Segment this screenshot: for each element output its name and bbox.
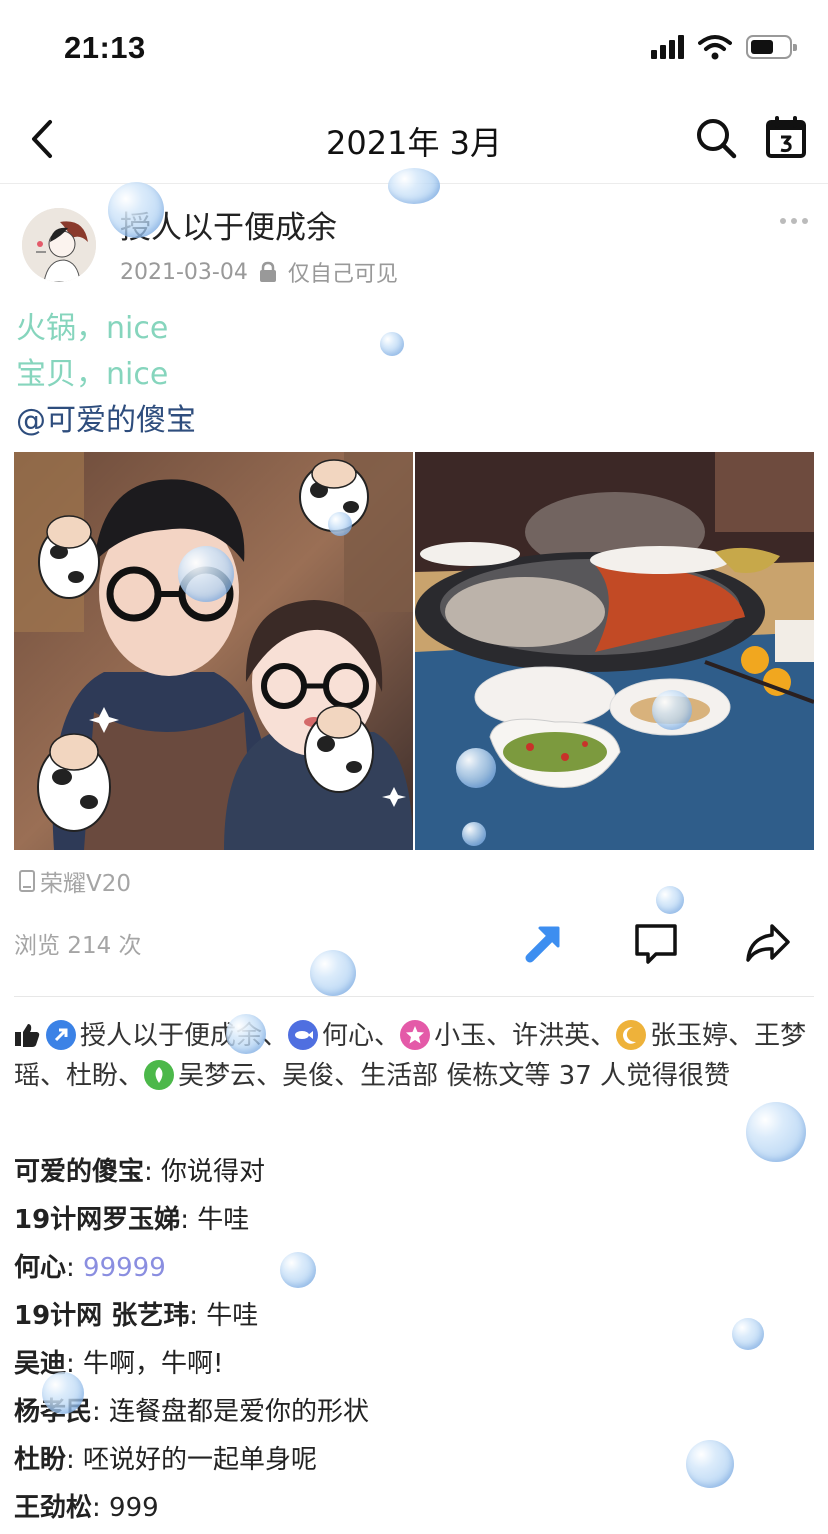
bubble-decoration (380, 332, 404, 356)
post-photo-selfie[interactable] (14, 452, 413, 850)
comment-text: 呸说好的一起单身呢 (83, 1445, 318, 1475)
device-name: 荣耀V20 (40, 871, 132, 897)
like-user[interactable]: 生活部 (360, 1061, 438, 1091)
comment-author[interactable]: 杜盼 (14, 1445, 66, 1475)
comment-text: 999 (109, 1493, 159, 1523)
comment-item[interactable]: 杜盼: 呸说好的一起单身呢 (14, 1440, 814, 1488)
like-user[interactable]: 杜盼 (66, 1061, 118, 1091)
comment-author[interactable]: 19计网罗玉娣 (14, 1205, 180, 1235)
comment-item[interactable]: 何心: 99999 (14, 1248, 814, 1296)
comment-author[interactable]: 王劲松 (14, 1493, 92, 1523)
like-user[interactable]: 张玉婷 (650, 1021, 728, 1051)
comment-author[interactable]: 何心 (14, 1253, 66, 1283)
comment-text: 牛哇 (197, 1205, 250, 1235)
author-name[interactable]: 授人以于便成余 (120, 202, 337, 247)
post-date: 2021-03-04 (120, 259, 248, 285)
comment-author[interactable]: 19计网 张艺玮 (14, 1301, 189, 1331)
verified-avatar-icon (46, 1020, 76, 1050)
status-time: 21:13 (64, 30, 146, 65)
phone-icon (19, 870, 35, 892)
comment-item[interactable]: 19计网罗玉娣: 牛哇 (14, 1200, 814, 1248)
comment-author[interactable]: 可爱的傻宝 (14, 1157, 144, 1187)
leaf-icon (144, 1060, 175, 1090)
battery-icon (746, 35, 797, 59)
comment-item[interactable]: 杨孝民: 连餐盘都是爱你的形状 (14, 1392, 814, 1440)
fish-icon (288, 1020, 319, 1050)
boost-arrow-icon[interactable] (520, 918, 568, 966)
share-icon[interactable] (744, 918, 792, 966)
comment-text: 牛哇 (206, 1301, 259, 1331)
like-user[interactable]: 何心 (322, 1021, 374, 1051)
avatar[interactable] (22, 208, 96, 282)
wifi-icon (698, 35, 732, 60)
cellular-signal-icon (651, 35, 684, 59)
comment-author[interactable]: 吴迪 (14, 1349, 66, 1379)
thumbs-up-icon (15, 1024, 40, 1047)
post-content: 火锅，nice 宝贝，nice @可爱的傻宝 (16, 306, 196, 444)
divider (14, 996, 814, 997)
like-user[interactable]: 授人以于便成余 (80, 1021, 262, 1051)
star-icon (400, 1020, 431, 1050)
device-label: 荣耀V20 (18, 864, 131, 898)
search-icon[interactable] (694, 116, 738, 160)
post-photo-hotpot[interactable] (415, 452, 814, 850)
visibility-label: 仅自己可见 (287, 262, 398, 287)
likes-suffix: 等 37 人觉得很赞 (524, 1061, 731, 1091)
comment-item[interactable]: 吴迪: 牛啊，牛啊! (14, 1344, 814, 1392)
status-icons (651, 34, 797, 60)
more-icon[interactable] (778, 214, 810, 228)
nav-bar: 2021年 3月 (0, 96, 828, 184)
likes-list: 授人以于便成余、 何心、 小玉、许洪英、 张玉婷、王梦瑶、杜盼、 吴梦云、吴俊、生活部 … (14, 1020, 807, 1091)
comment-list: 可爱的傻宝: 你说得对 19计网罗玉娣: 牛哇 何心: 99999 19计网 张… (14, 1152, 814, 1534)
post-line: 火锅，nice (16, 311, 169, 346)
view-count: 浏览 214 次 (14, 933, 142, 959)
comment-text: 99999 (83, 1253, 166, 1283)
status-bar: 21:13 (0, 0, 828, 96)
comment-text: 连餐盘都是爱你的形状 (109, 1397, 370, 1427)
comment-item[interactable]: 王劲松: 999 (14, 1488, 814, 1534)
post-line: 宝贝，nice (16, 357, 169, 392)
moon-icon (616, 1020, 647, 1050)
like-user[interactable]: 小玉 (434, 1021, 486, 1051)
calendar-icon[interactable] (764, 116, 808, 160)
like-user[interactable]: 许洪英 (512, 1021, 590, 1051)
like-user[interactable]: 吴俊 (282, 1061, 334, 1091)
comment-text: 牛啊，牛啊! (83, 1349, 224, 1379)
like-user[interactable]: 侯栋文 (446, 1061, 524, 1091)
mention-link[interactable]: @可爱的傻宝 (16, 398, 196, 444)
bubble-decoration (310, 950, 356, 996)
comment-item[interactable]: 可爱的傻宝: 你说得对 (14, 1152, 814, 1200)
lock-icon (259, 261, 276, 282)
comment-text: 你说得对 (161, 1157, 266, 1187)
like-user[interactable]: 吴梦云 (178, 1061, 256, 1091)
comment-item[interactable]: 19计网 张艺玮: 牛哇 (14, 1296, 814, 1344)
comment-author[interactable]: 杨孝民 (14, 1397, 92, 1427)
bubble-decoration (656, 886, 684, 914)
post-meta: 2021-03-04 仅自己可见 (120, 256, 398, 288)
comment-icon[interactable] (632, 918, 680, 966)
